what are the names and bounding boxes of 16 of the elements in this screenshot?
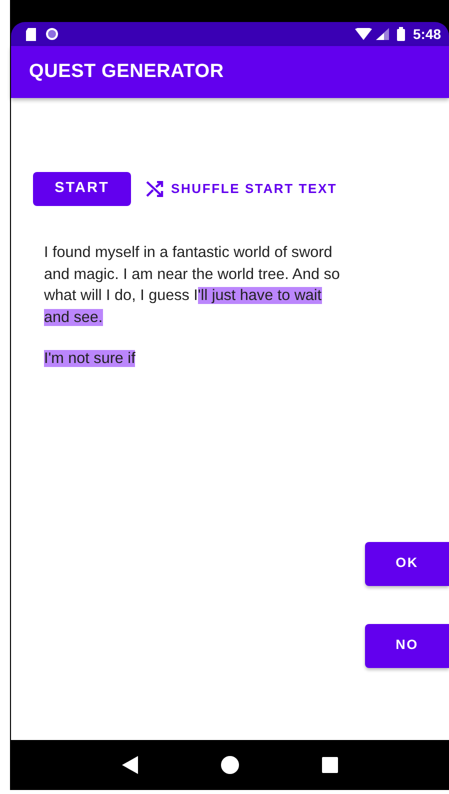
back-icon[interactable] xyxy=(122,756,138,774)
app-title: QUEST GENERATOR xyxy=(29,60,224,84)
shuffle-icon xyxy=(146,181,164,197)
circle-icon xyxy=(45,27,59,41)
battery-icon xyxy=(396,27,405,41)
choice-button[interactable]: OK xyxy=(365,542,449,586)
home-icon[interactable] xyxy=(220,756,239,774)
shuffle-button[interactable]: SHUFFLE START TEXT xyxy=(146,179,338,199)
clock-time: 5:48 xyxy=(412,24,441,44)
start-button[interactable]: START xyxy=(33,172,131,206)
wifi-icon xyxy=(354,28,372,40)
story-paragraph: I found myself in a fantastic world of sword and magic. I am near the world tree. And so what will I do, I guess I'll just have to wait and see. xyxy=(44,243,340,328)
signal-icon xyxy=(376,28,389,40)
recents-icon[interactable] xyxy=(322,757,338,773)
sd-card-icon xyxy=(25,28,37,40)
choice-button[interactable]: NO xyxy=(365,624,449,668)
